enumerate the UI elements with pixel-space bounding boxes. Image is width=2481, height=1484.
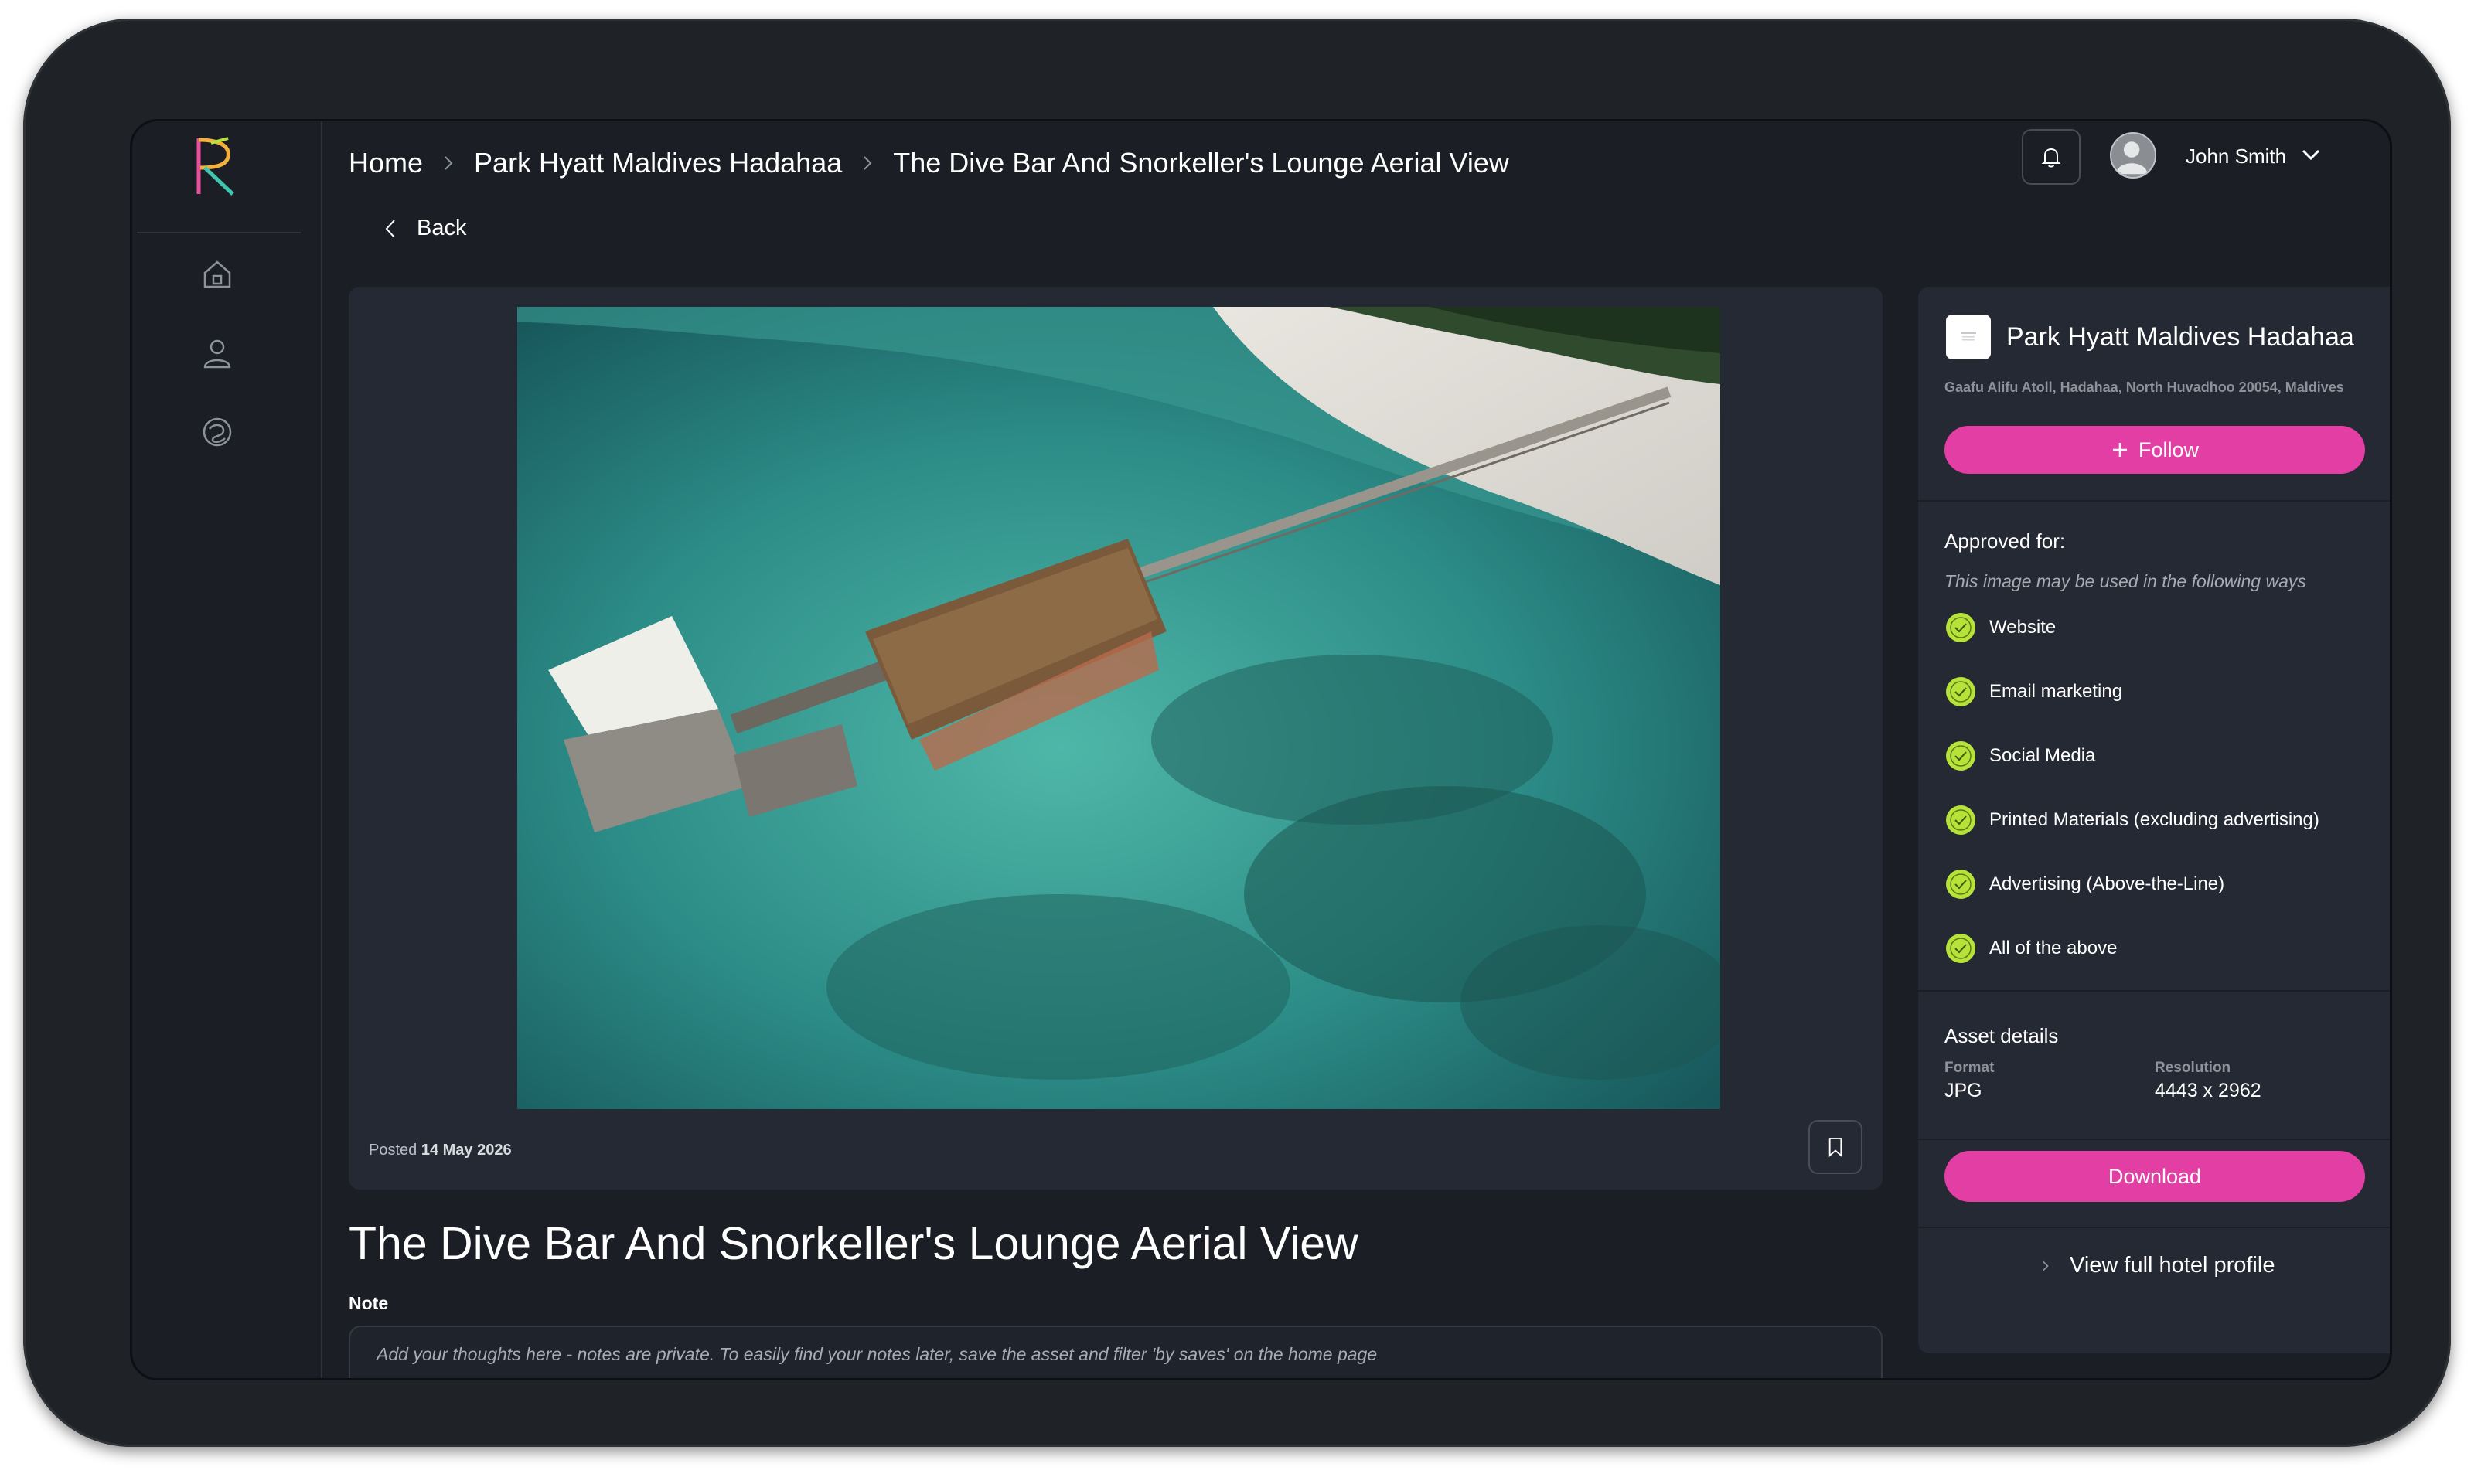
follow-button[interactable]: Follow [1944, 426, 2365, 474]
check-circle-icon [1946, 934, 1975, 963]
chevron-left-icon [385, 219, 395, 238]
download-button[interactable]: Download [1944, 1151, 2365, 1202]
posted-date-value: 14 May 2026 [421, 1142, 512, 1159]
asset-title: The Dive Bar And Snorkeller's Lounge Aer… [349, 1218, 1358, 1269]
breadcrumb-current: The Dive Bar And Snorkeller's Lounge Aer… [893, 147, 1509, 179]
usage-item-social: Social Media [1944, 740, 2095, 772]
chevron-right-icon [2043, 1261, 2049, 1271]
asset-details-title: Asset details [1944, 1024, 2059, 1047]
bookmark-icon [1828, 1138, 1842, 1157]
hotel-panel: Park Hyatt Maldives Hadahaa Gaafu Alifu … [1918, 287, 2390, 1353]
usage-item-website: Website [1944, 611, 2056, 644]
view-hotel-profile-link[interactable]: View full hotel profile [2042, 1253, 2275, 1278]
sidebar [132, 121, 322, 1378]
profile-link-label: View full hotel profile [2070, 1253, 2275, 1278]
user-icon[interactable] [200, 336, 234, 370]
sidebar-divider [137, 232, 301, 233]
resolution-value: 4443 x 2962 [2155, 1080, 2261, 1101]
hotel-address: Gaafu Alifu Atoll, Hadahaa, North Huvadh… [1944, 380, 2344, 395]
follow-label: Follow [2138, 437, 2200, 461]
approved-title: Approved for: [1944, 529, 2066, 553]
check-circle-icon [1946, 613, 1975, 642]
back-label: Back [417, 216, 467, 240]
usage-item-advertising: Advertising (Above-the-Line) [1944, 868, 2224, 900]
posted-date: Posted 14 May 2026 [369, 1142, 512, 1159]
panel-divider [1918, 500, 2390, 502]
usage-label: Website [1989, 617, 2057, 638]
format-value: JPG [1944, 1080, 1982, 1101]
hotel-logo [1946, 315, 1991, 359]
format-label: Format [1944, 1060, 1995, 1076]
avatar[interactable] [2110, 132, 2156, 179]
panel-divider [1918, 1227, 2390, 1228]
breadcrumb-hotel[interactable]: Park Hyatt Maldives Hadahaa [474, 147, 842, 179]
panel-divider [1918, 1139, 2390, 1140]
usage-item-print: Printed Materials (excluding advertising… [1944, 804, 2319, 836]
usage-label: Social Media [1989, 745, 2096, 766]
posted-prefix: Posted [369, 1142, 417, 1159]
chevron-right-icon [445, 156, 453, 170]
panel-divider [1918, 990, 2390, 992]
user-name[interactable]: John Smith [2186, 145, 2286, 168]
chevron-right-icon [864, 156, 872, 170]
bell-icon [2041, 148, 2061, 168]
download-label: Download [2108, 1164, 2202, 1188]
note-label: Note [349, 1293, 389, 1313]
back-button[interactable]: Back [384, 216, 466, 241]
check-circle-icon [1946, 805, 1975, 835]
home-icon[interactable] [200, 257, 234, 291]
image-card: Posted 14 May 2026 [349, 287, 1883, 1190]
check-circle-icon [1946, 741, 1975, 771]
brand-logo[interactable] [194, 135, 237, 197]
hotel-name[interactable]: Park Hyatt Maldives Hadahaa [2006, 322, 2354, 352]
usage-label: Advertising (Above-the-Line) [1989, 873, 2225, 894]
usage-item-email: Email marketing [1944, 676, 2122, 708]
usage-label: All of the above [1989, 938, 2118, 958]
explore-icon[interactable] [200, 415, 234, 449]
approved-subtitle: This image may be used in the following … [1944, 571, 2306, 591]
breadcrumb-home[interactable]: Home [349, 147, 423, 179]
app-screen: Home Park Hyatt Maldives Hadahaa The Div… [130, 119, 2392, 1380]
check-circle-icon [1946, 677, 1975, 706]
usage-label: Email marketing [1989, 681, 2123, 702]
note-input[interactable]: Add your thoughts here - notes are priva… [349, 1326, 1883, 1378]
check-circle-icon [1946, 870, 1975, 899]
usage-item-all: All of the above [1944, 932, 2117, 965]
chevron-down-icon[interactable] [2299, 146, 2323, 165]
save-button[interactable] [1808, 1120, 1862, 1174]
usage-label: Printed Materials (excluding advertising… [1989, 809, 2319, 830]
plus-icon [2112, 443, 2127, 457]
resolution-label: Resolution [2155, 1060, 2231, 1076]
asset-photo[interactable] [517, 307, 1720, 1109]
notifications-button[interactable] [2022, 129, 2081, 185]
breadcrumb: Home Park Hyatt Maldives Hadahaa The Div… [349, 140, 1509, 186]
tablet-frame: Home Park Hyatt Maldives Hadahaa The Div… [23, 19, 2451, 1447]
